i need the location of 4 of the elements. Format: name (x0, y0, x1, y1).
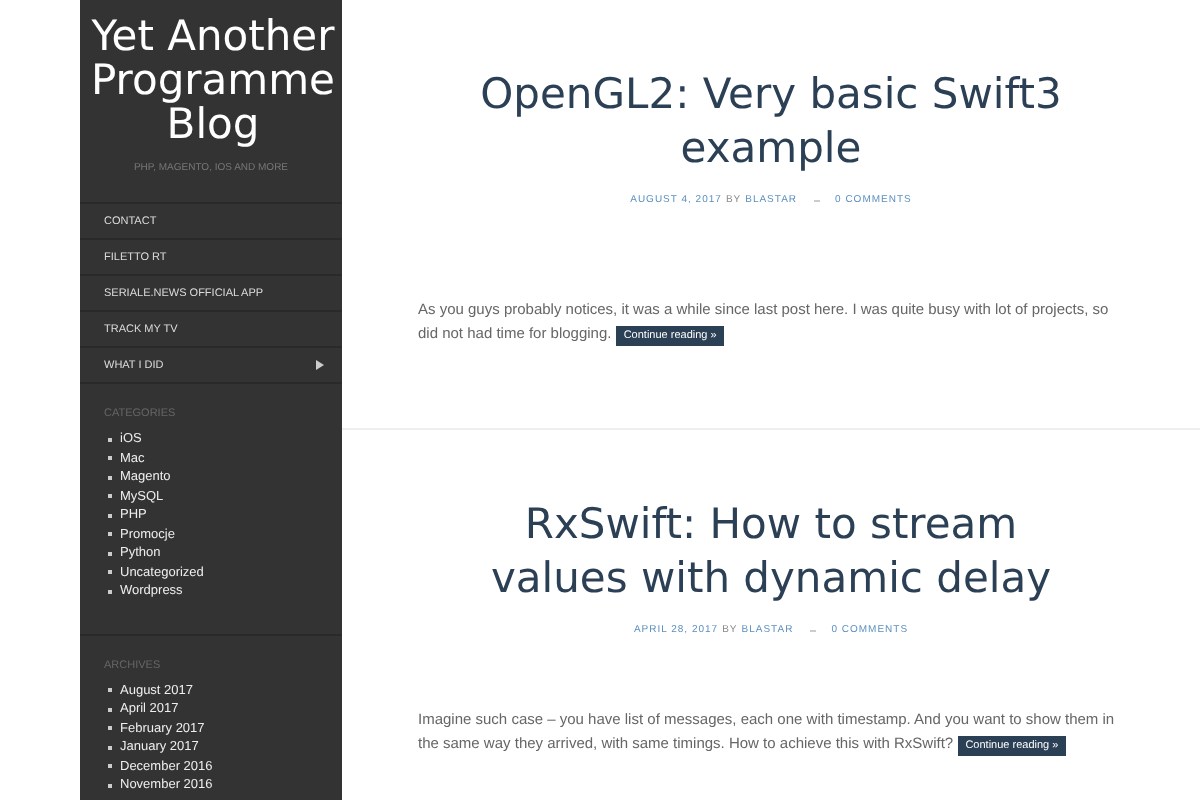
post-title[interactable]: RxSwift: How to stream values with dynamic delay (470, 498, 1072, 606)
site-title: Yet Another Programme Blog (89, 10, 337, 146)
caret-icon (316, 360, 324, 370)
post-title[interactable]: OpenGL2: Very basic Swift3 example (470, 68, 1072, 176)
